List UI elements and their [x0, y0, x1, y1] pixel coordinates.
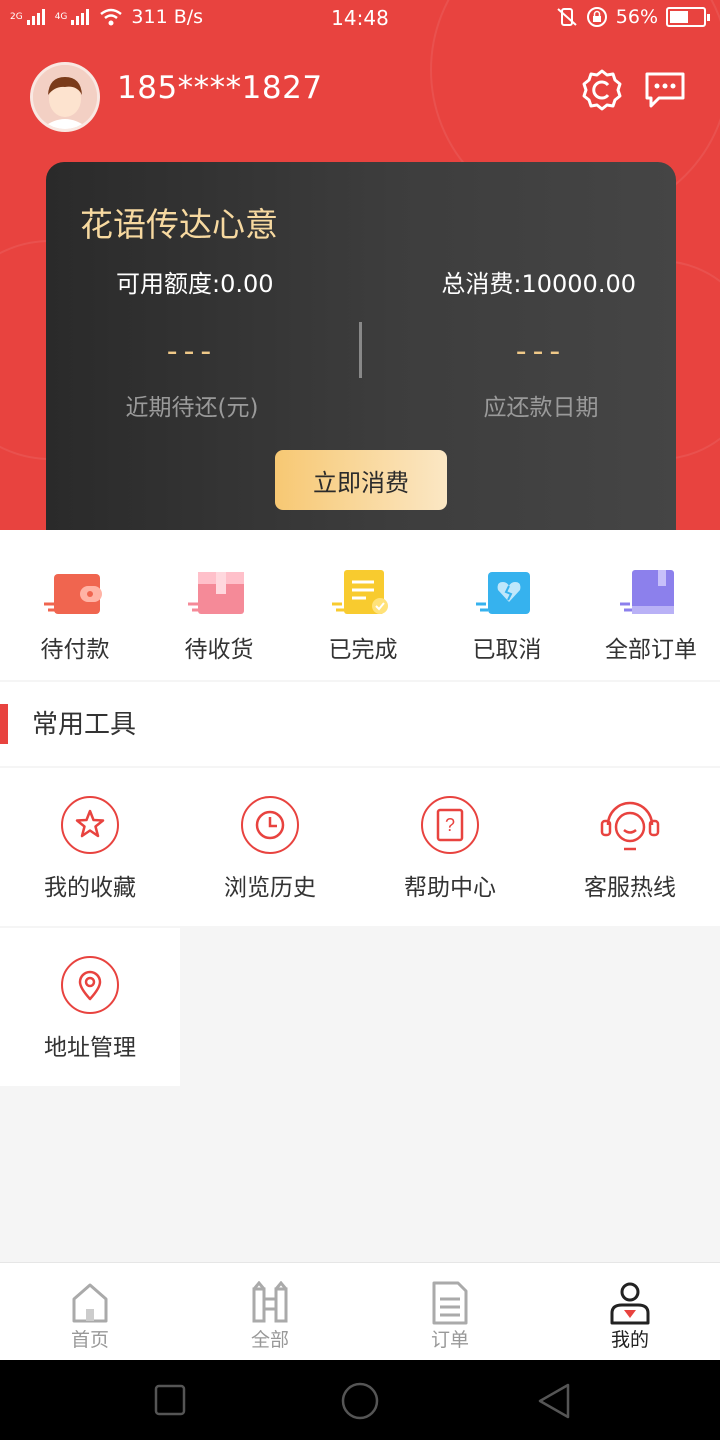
- tools-row: 我的收藏 浏览历史 ? 帮助中心 客服热线: [0, 768, 720, 926]
- order-cancelled[interactable]: 已取消: [435, 568, 579, 668]
- order-pending-receipt[interactable]: 待收货: [147, 568, 291, 668]
- common-tools-header: 常用工具: [0, 682, 720, 766]
- home-button-icon[interactable]: [340, 1382, 380, 1422]
- total-spending: 总消费:10000.00: [441, 270, 636, 298]
- order-label: 待收货: [184, 637, 254, 663]
- document-icon: [430, 1281, 470, 1325]
- order-status-row: 待付款 待收货 已完成 已取消 全部订单: [0, 530, 720, 680]
- available-credit: 可用额度:0.00: [116, 270, 274, 298]
- star-icon: [61, 796, 119, 854]
- order-all[interactable]: 全部订单: [579, 568, 720, 668]
- rotation-lock-icon: [586, 7, 607, 27]
- package-icon: [188, 568, 250, 618]
- gate-icon: [250, 1280, 290, 1325]
- order-label: 已取消: [472, 637, 542, 663]
- tool-customer-hotline[interactable]: 客服热线: [540, 768, 720, 926]
- card-title: 花语传达心意: [80, 205, 278, 244]
- tab-all[interactable]: 全部: [180, 1263, 360, 1361]
- tool-address-management[interactable]: 地址管理: [0, 928, 180, 1086]
- tab-label: 全部: [250, 1329, 289, 1351]
- tool-favorites[interactable]: 我的收藏: [0, 768, 180, 926]
- battery-percent: 56%: [615, 6, 658, 28]
- tool-label: 客服热线: [584, 875, 676, 901]
- section-accent-bar: [0, 704, 8, 744]
- section-title: 常用工具: [32, 710, 137, 740]
- order-label: 待付款: [40, 637, 110, 663]
- broken-heart-icon: [476, 568, 538, 618]
- wallet-icon: [44, 568, 106, 618]
- battery-icon: [666, 7, 710, 27]
- order-label: 已完成: [328, 637, 398, 663]
- avatar-face-icon: [33, 65, 97, 129]
- tab-label: 首页: [70, 1329, 109, 1351]
- message-icon[interactable]: [643, 68, 687, 112]
- recent-due-label: 近期待还(元): [125, 395, 259, 421]
- credit-card: 花语传达心意 可用额度:0.00 总消费:10000.00 --- --- 近期…: [46, 162, 676, 530]
- tool-label: 浏览历史: [224, 875, 316, 901]
- tool-history[interactable]: 浏览历史: [180, 768, 360, 926]
- order-completed[interactable]: 已完成: [291, 568, 435, 668]
- tool-label: 我的收藏: [44, 875, 136, 901]
- document-check-icon: [332, 568, 394, 618]
- tab-home[interactable]: 首页: [0, 1263, 180, 1361]
- svg-text:?: ?: [445, 815, 455, 835]
- due-date-value: ---: [515, 334, 567, 369]
- tab-label: 订单: [430, 1329, 469, 1351]
- tab-label: 我的: [610, 1329, 649, 1351]
- tool-label: 帮助中心: [404, 875, 496, 901]
- tools-row: 地址管理: [0, 928, 180, 1086]
- user-phone: 185****1827: [117, 70, 323, 106]
- tool-label: 地址管理: [44, 1035, 136, 1061]
- tab-mine[interactable]: 我的: [540, 1263, 720, 1361]
- order-label: 全部订单: [605, 637, 697, 663]
- system-navigation-bar: [0, 1360, 720, 1440]
- card-divider: [359, 322, 362, 378]
- status-bar: 2G 4G 311 B/s 14:48 56%: [0, 0, 720, 38]
- location-pin-icon: [61, 956, 119, 1014]
- tool-help-center[interactable]: ? 帮助中心: [360, 768, 540, 926]
- recent-apps-icon[interactable]: [154, 1382, 186, 1418]
- bottom-tab-bar: 首页 全部 订单 我的: [0, 1262, 720, 1360]
- tools-grid: 我的收藏 浏览历史 ? 帮助中心 客服热线 地址管理: [0, 768, 720, 1086]
- home-icon: [70, 1281, 110, 1325]
- vibrate-off-icon: [557, 8, 577, 26]
- due-date-label: 应还款日期: [483, 395, 599, 421]
- book-icon: [620, 568, 682, 618]
- tab-orders[interactable]: 订单: [360, 1263, 540, 1361]
- clock-icon: [241, 796, 299, 854]
- back-icon[interactable]: [536, 1382, 572, 1420]
- person-icon: [610, 1281, 650, 1325]
- help-book-icon: ?: [421, 796, 479, 854]
- headset-icon: [600, 796, 660, 854]
- avatar[interactable]: [30, 62, 100, 132]
- profile-header: 2G 4G 311 B/s 14:48 56% 185****1827 花语传达…: [0, 0, 720, 530]
- order-pending-payment[interactable]: 待付款: [3, 568, 147, 668]
- clock: 14:48: [331, 6, 389, 30]
- spend-now-button[interactable]: 立即消费: [275, 450, 447, 510]
- settings-icon[interactable]: [580, 68, 624, 112]
- recent-due-value: ---: [166, 334, 218, 369]
